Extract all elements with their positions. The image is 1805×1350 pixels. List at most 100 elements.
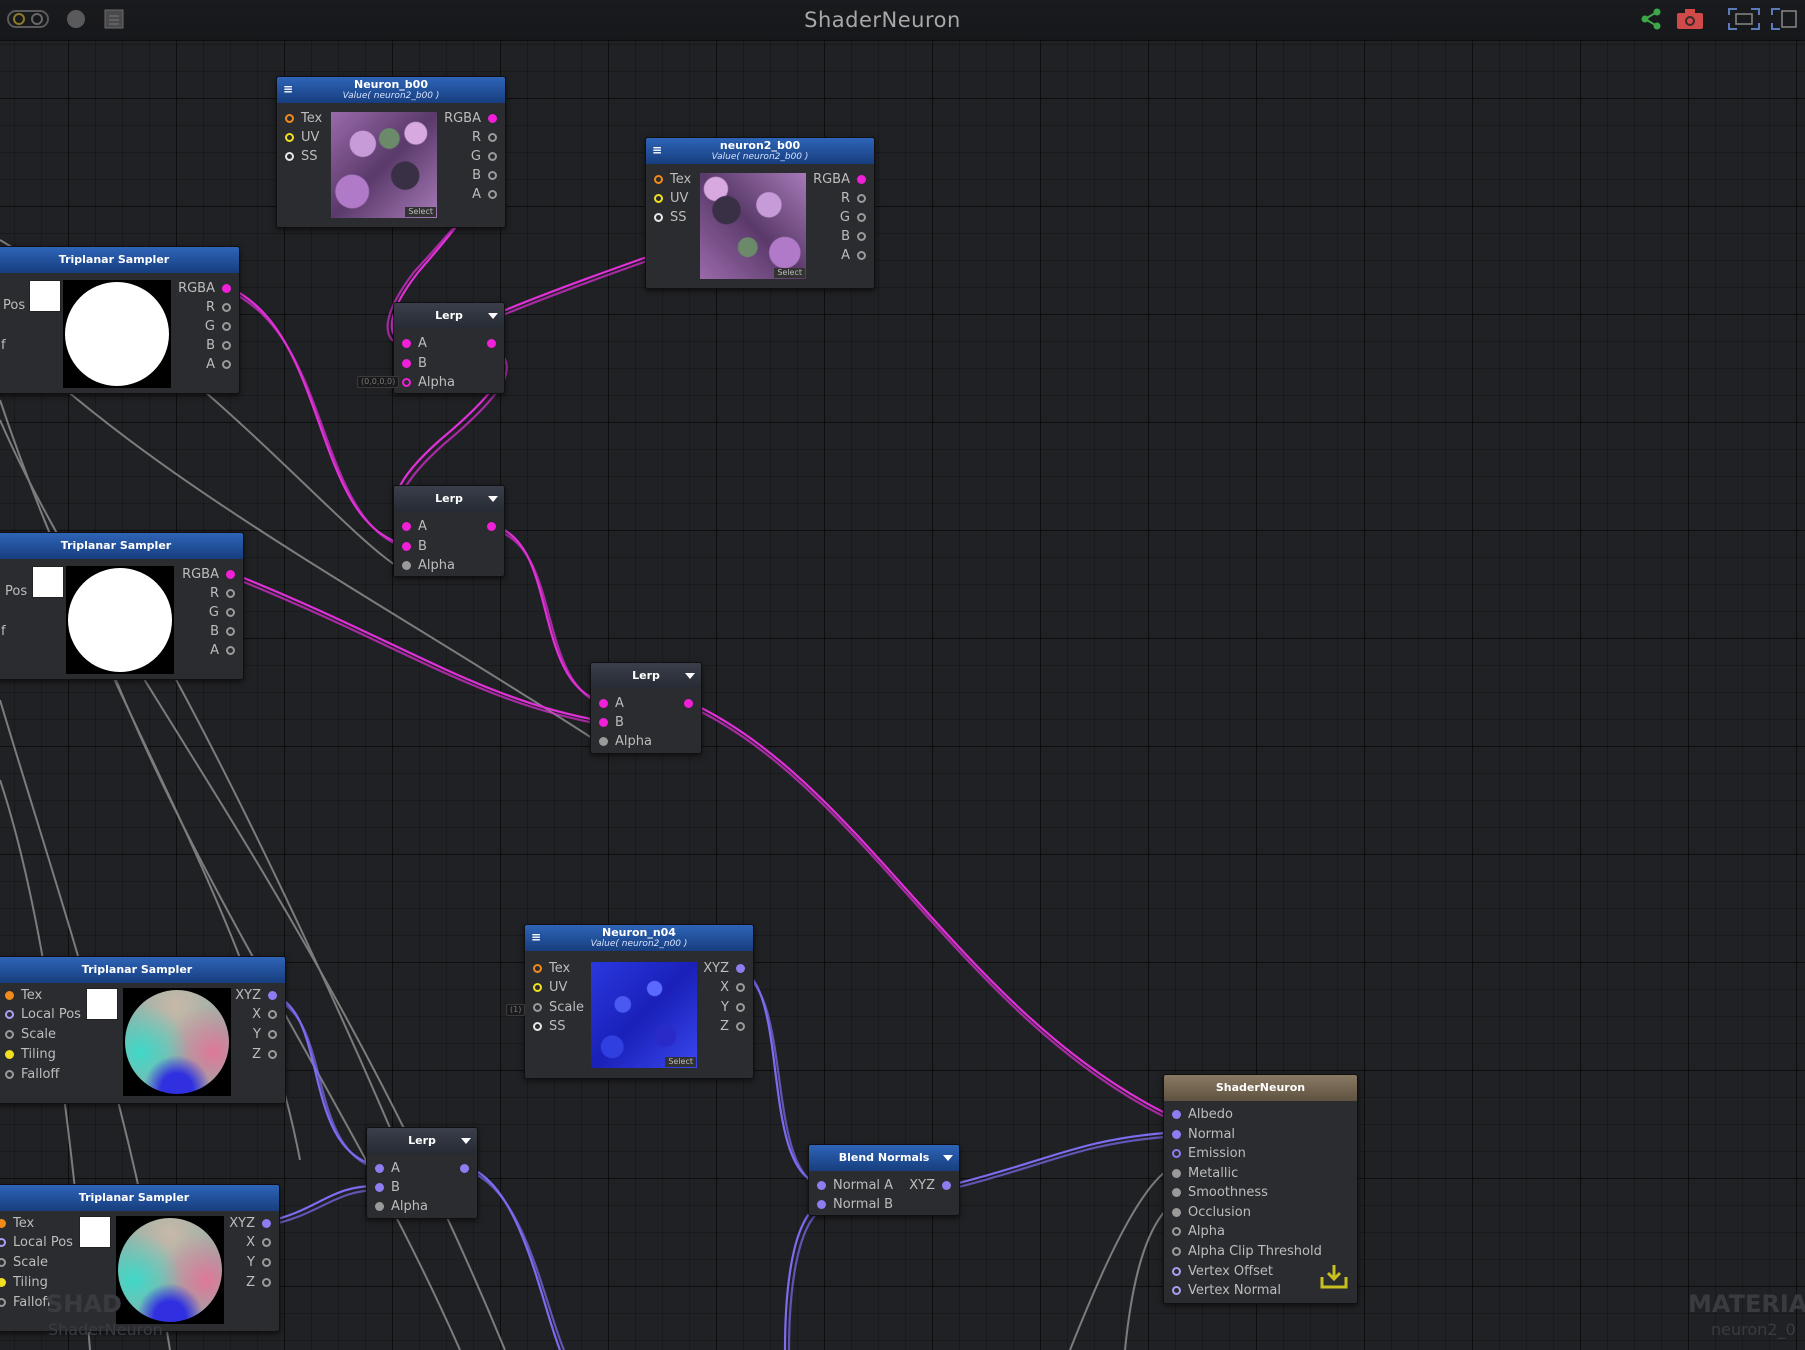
- port-pos[interactable]: Pos: [5, 583, 27, 600]
- color-swatch[interactable]: [79, 1216, 111, 1248]
- port-y-out[interactable]: Y: [253, 1026, 277, 1043]
- fit-view-icon[interactable]: [1726, 6, 1762, 32]
- port-z-out[interactable]: Z: [246, 1274, 271, 1291]
- port-x-out[interactable]: X: [252, 1006, 277, 1023]
- port-xyz-out[interactable]: XYZ: [909, 1177, 951, 1194]
- node-blend-normals[interactable]: Blend Normals Normal A Normal B XYZ: [808, 1144, 960, 1216]
- node-header[interactable]: Blend Normals: [809, 1145, 959, 1171]
- scale-default-value[interactable]: (1): [506, 1004, 526, 1016]
- port-xyz-out[interactable]: XYZ: [703, 960, 745, 977]
- port-tiling[interactable]: Tiling: [0, 1274, 48, 1291]
- port-alpha[interactable]: Alpha: [402, 557, 455, 574]
- port-a-out[interactable]: A: [472, 186, 497, 203]
- dropdown-icon[interactable]: [461, 1138, 471, 1144]
- port-b-out[interactable]: B: [206, 337, 231, 354]
- port-z-out[interactable]: Z: [720, 1018, 745, 1035]
- port-a[interactable]: A: [402, 518, 427, 535]
- port-uv[interactable]: UV: [285, 129, 319, 146]
- select-button[interactable]: Select: [665, 1057, 696, 1067]
- node-lerp[interactable]: Lerp A B Alpha: [590, 662, 702, 754]
- menu-icon[interactable]: ≡: [531, 931, 541, 943]
- port-tiling[interactable]: Tiling: [5, 1046, 56, 1063]
- port-b-out[interactable]: B: [472, 167, 497, 184]
- port-b[interactable]: B: [599, 714, 624, 731]
- port-vertex-normal[interactable]: Vertex Normal: [1172, 1282, 1281, 1299]
- port-local-pos[interactable]: Local Pos: [0, 1234, 73, 1251]
- node-shader-neuron-master[interactable]: ShaderNeuron Albedo Normal Emission Meta…: [1163, 1074, 1358, 1304]
- dropdown-icon[interactable]: [488, 496, 498, 502]
- port-alpha[interactable]: Alpha: [599, 733, 652, 750]
- color-swatch[interactable]: [32, 566, 64, 598]
- color-swatch[interactable]: [29, 280, 61, 312]
- port-a-out[interactable]: A: [841, 247, 866, 264]
- node-header[interactable]: Triplanar Sampler: [0, 533, 243, 559]
- port-g-out[interactable]: G: [205, 318, 231, 335]
- menu-icon[interactable]: ≡: [652, 144, 662, 156]
- port-xyz-out[interactable]: XYZ: [235, 987, 277, 1004]
- port-xyz-out[interactable]: XYZ: [229, 1215, 271, 1232]
- port-alpha[interactable]: Alpha: [1172, 1223, 1225, 1240]
- port-normal-b[interactable]: Normal B: [817, 1196, 893, 1213]
- port-alpha-clip-threshold[interactable]: Alpha Clip Threshold: [1172, 1243, 1322, 1260]
- port-tex[interactable]: Tex: [533, 960, 570, 977]
- camera-icon[interactable]: [1674, 6, 1706, 32]
- node-header[interactable]: Triplanar Sampler: [0, 247, 239, 273]
- port-a[interactable]: A: [402, 335, 427, 352]
- port-alpha[interactable]: Alpha: [402, 374, 455, 391]
- port-falloff[interactable]: Falloff: [0, 1294, 51, 1311]
- node-header[interactable]: Triplanar Sampler: [0, 1185, 279, 1211]
- port-ss[interactable]: SS: [654, 209, 687, 226]
- port-falloff[interactable]: f: [1, 623, 6, 640]
- port-b[interactable]: B: [402, 538, 427, 555]
- port-ss[interactable]: SS: [285, 148, 318, 165]
- port-tex[interactable]: Tex: [5, 987, 42, 1004]
- dropdown-icon[interactable]: [488, 313, 498, 319]
- port-b-out[interactable]: B: [210, 623, 235, 640]
- port-g-out[interactable]: G: [471, 148, 497, 165]
- port-smoothness[interactable]: Smoothness: [1172, 1184, 1268, 1201]
- node-header[interactable]: Lerp: [394, 303, 504, 329]
- port-a-out[interactable]: A: [210, 642, 235, 659]
- port-r-out[interactable]: R: [841, 190, 866, 207]
- port-ss[interactable]: SS: [533, 1018, 566, 1035]
- node-neuron-b00[interactable]: ≡ Neuron_b00 Value( neuron2_b00 ) Tex UV…: [276, 76, 506, 228]
- layout-icon[interactable]: [1770, 6, 1804, 32]
- port-rgba-out[interactable]: RGBA: [813, 171, 866, 188]
- port-vertex-offset[interactable]: Vertex Offset: [1172, 1263, 1273, 1280]
- node-header[interactable]: Lerp: [394, 486, 504, 512]
- dropdown-icon[interactable]: [685, 673, 695, 679]
- port-pos[interactable]: Pos: [3, 297, 25, 314]
- port-rgba-out[interactable]: RGBA: [182, 566, 235, 583]
- port-a[interactable]: A: [599, 695, 624, 712]
- port-alpha[interactable]: Alpha: [375, 1198, 428, 1215]
- port-albedo[interactable]: Albedo: [1172, 1106, 1233, 1123]
- port-normal-a[interactable]: Normal A: [817, 1177, 893, 1194]
- share-icon[interactable]: [1638, 6, 1664, 32]
- port-r-out[interactable]: R: [206, 299, 231, 316]
- alpha-default-value[interactable]: (0,0,0,0): [357, 376, 400, 388]
- port-metallic[interactable]: Metallic: [1172, 1165, 1238, 1182]
- port-r-out[interactable]: R: [210, 585, 235, 602]
- port-scale[interactable]: Scale: [0, 1254, 48, 1271]
- port-falloff[interactable]: f: [1, 337, 6, 354]
- port-tex[interactable]: Tex: [285, 110, 322, 127]
- node-triplanar-sampler[interactable]: Triplanar Sampler Pos f RGBA R G B A: [0, 532, 244, 680]
- port-tex[interactable]: Tex: [0, 1215, 34, 1232]
- port-x-out[interactable]: X: [246, 1234, 271, 1251]
- menu-icon[interactable]: ≡: [283, 83, 293, 95]
- node-header[interactable]: Lerp: [367, 1128, 477, 1154]
- port-a-out[interactable]: A: [206, 356, 231, 373]
- port-tex[interactable]: Tex: [654, 171, 691, 188]
- node-lerp[interactable]: Lerp A B Alpha: [393, 302, 505, 394]
- node-header[interactable]: Triplanar Sampler: [0, 957, 285, 983]
- download-icon[interactable]: [1319, 1263, 1349, 1291]
- port-normal[interactable]: Normal: [1172, 1126, 1235, 1143]
- port-uv[interactable]: UV: [533, 979, 567, 996]
- node-header[interactable]: ≡ Neuron_n04 Value( neuron2_n00 ): [525, 925, 753, 951]
- port-b[interactable]: B: [402, 355, 427, 372]
- port-b[interactable]: B: [375, 1179, 400, 1196]
- node-header[interactable]: ShaderNeuron: [1164, 1075, 1357, 1101]
- normal-map-preview[interactable]: Select: [591, 962, 697, 1068]
- select-button[interactable]: Select: [774, 268, 805, 278]
- node-triplanar-sampler[interactable]: Triplanar Sampler Pos f RGBA R G B A: [0, 246, 240, 394]
